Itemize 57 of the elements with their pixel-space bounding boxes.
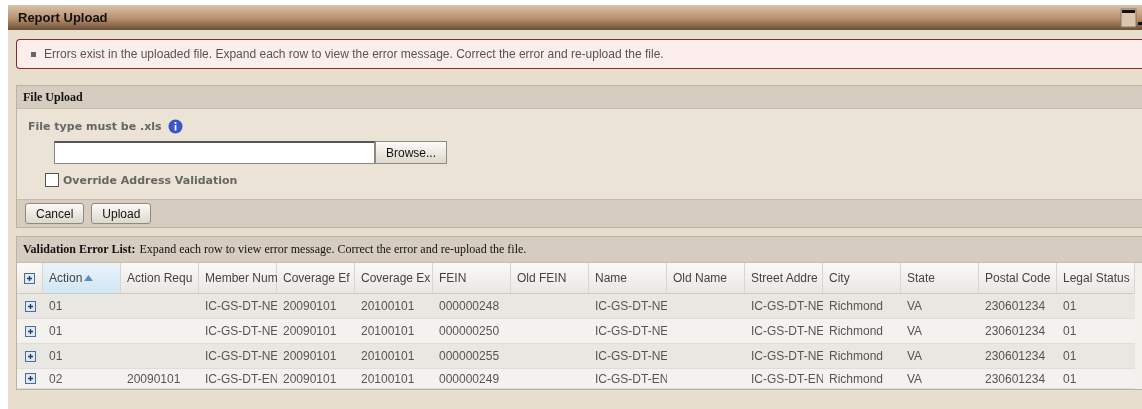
error-message: Errors exist in the uploaded file. Expand each row to view the error message. Correct the error and re-upload the file. [44, 47, 664, 61]
table-cell: IC-GS-DT-NE [589, 294, 667, 319]
maximize-icon[interactable] [1120, 7, 1142, 28]
table-cell: 01 [43, 344, 121, 369]
column-header[interactable]: Legal Status [1057, 263, 1135, 294]
column-header[interactable]: Postal Code [979, 263, 1057, 294]
table-cell: 20090101 [277, 294, 355, 319]
table-cell: IC-GS-DT-NE [745, 344, 823, 369]
table-cell: 20100101 [355, 344, 433, 369]
table-cell: 01 [43, 294, 121, 319]
checkbox-label: Override Address Validation [63, 173, 238, 187]
table-cell: Richmond [823, 344, 901, 369]
expand-icon[interactable] [24, 373, 36, 384]
column-header[interactable]: Old Name [667, 263, 745, 294]
file-path-field[interactable] [54, 141, 375, 164]
table-cell: 01 [1057, 294, 1135, 319]
column-header[interactable]: Street Addre [745, 263, 823, 294]
table-cell: IC-GS-DT-NE [199, 294, 277, 319]
column-header[interactable]: Action Requ [121, 263, 199, 294]
browse-button[interactable]: Browse... [375, 141, 447, 164]
expand-icon[interactable] [24, 300, 36, 312]
column-header[interactable]: FEIN [433, 263, 511, 294]
bullet-icon [31, 51, 36, 57]
table-cell: Richmond [823, 294, 901, 319]
column-header[interactable]: Action [43, 263, 121, 294]
table-cell: VA [901, 294, 979, 319]
column-header[interactable]: Name [589, 263, 667, 294]
upload-button[interactable]: Upload [91, 203, 152, 224]
table-cell: 000000255 [433, 344, 511, 369]
table-cell: VA [901, 344, 979, 369]
table-cell: IC-GS-DT-NE [199, 344, 277, 369]
table-cell: 01 [1057, 344, 1135, 369]
column-header[interactable]: Coverage Ef [277, 263, 355, 294]
expand-icon[interactable] [24, 350, 36, 362]
panel-title: File Upload [23, 89, 83, 105]
table-cell: 20090101 [277, 344, 355, 369]
column-header[interactable]: City [823, 263, 901, 294]
window-title: Report Upload [18, 10, 108, 25]
info-icon[interactable] [167, 119, 183, 134]
file-type-hint: File type must be .xls [28, 120, 162, 133]
column-header[interactable]: Old FEIN [511, 263, 589, 294]
expand-icon[interactable] [24, 272, 35, 284]
panel-title: Validation Error List: [23, 242, 136, 257]
checkbox[interactable] [45, 173, 59, 187]
panel-description: Expand each row to view error message. Correct the error and re-upload the file. [139, 242, 527, 257]
cancel-button[interactable]: Cancel [25, 203, 85, 224]
table-cell: IC-GS-DT-NE [745, 294, 823, 319]
table-cell: 230601234 [979, 294, 1057, 319]
column-header[interactable]: State [901, 263, 979, 294]
expand-icon[interactable] [24, 325, 36, 337]
table-cell: 20100101 [355, 294, 433, 319]
table-cell: 230601234 [979, 344, 1057, 369]
table-cell: IC-GS-DT-NE [589, 344, 667, 369]
table-cell: 000000248 [433, 294, 511, 319]
sort-ascending-icon [84, 275, 94, 281]
column-header[interactable]: Member Num [199, 263, 277, 294]
column-header[interactable]: Coverage Ex [355, 263, 433, 294]
